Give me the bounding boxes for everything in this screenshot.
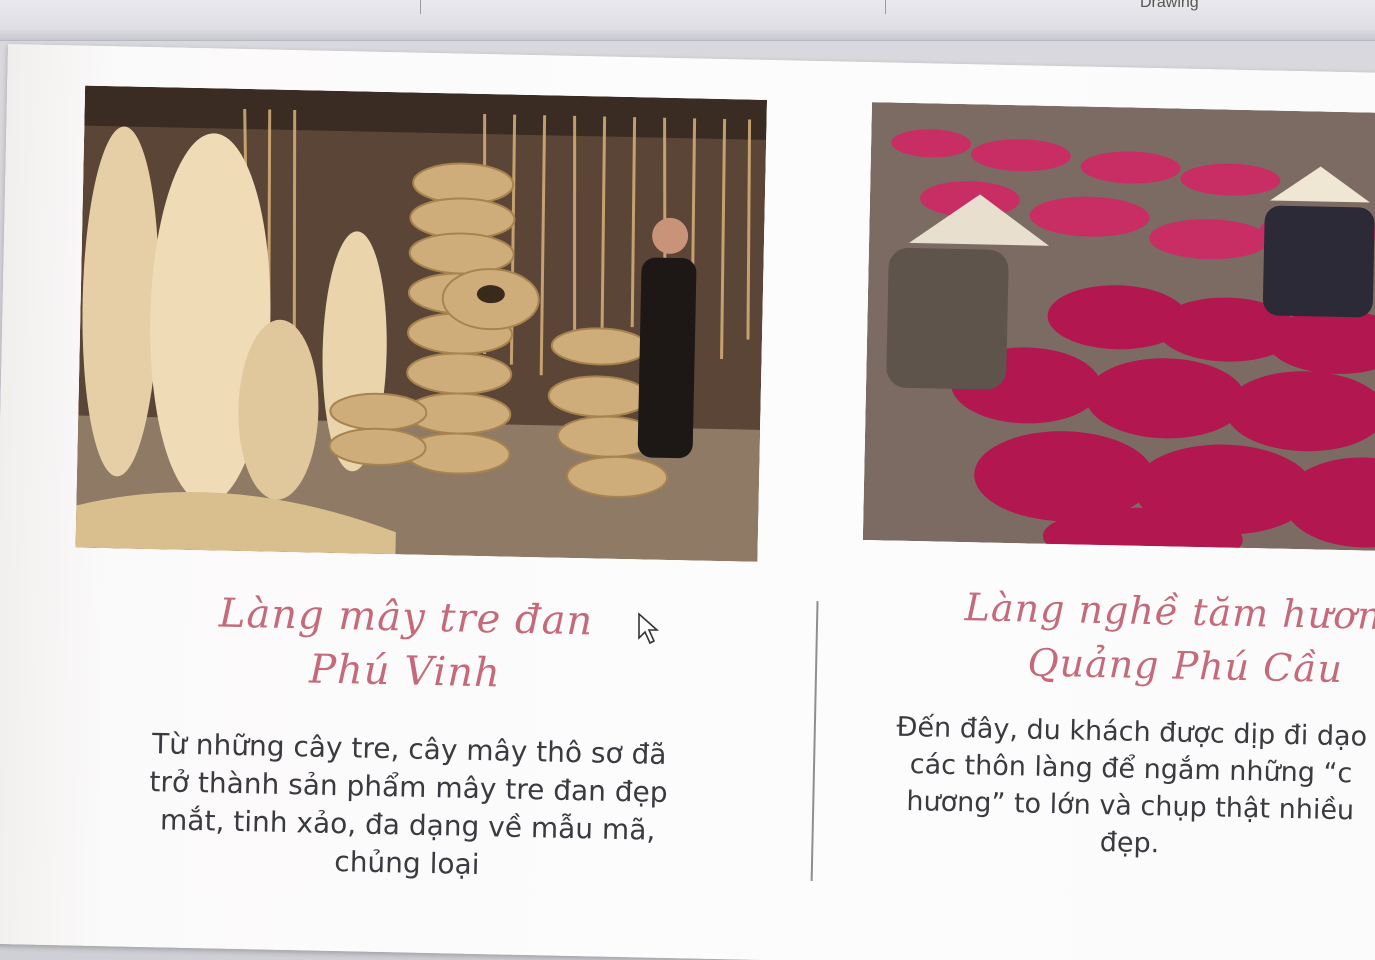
- left-title-line1: Làng mây tre đan: [218, 590, 594, 645]
- ribbon-divider: [885, 0, 886, 14]
- ribbon-toolbar: Drawing: [0, 0, 1375, 41]
- right-card-description: Đến đây, du khách được dịp đi dạo các th…: [849, 708, 1375, 868]
- left-title-line2: Phú Vinh: [308, 646, 502, 697]
- incense-village-image: [862, 102, 1375, 551]
- left-card-description: Từ những cây tre, cây mây thô sơ đã trở …: [87, 724, 730, 889]
- right-title-line2: Quảng Phú Cầu: [1027, 640, 1344, 692]
- bamboo-weaving-image: [75, 85, 767, 562]
- bamboo-weaving-photo[interactable]: [75, 85, 767, 562]
- presentation-slide[interactable]: Làng mây tre đan Phú Vinh Từ những cây t…: [0, 44, 1375, 960]
- card-divider: [810, 601, 819, 882]
- left-card-title: Làng mây tre đan Phú Vinh: [194, 586, 616, 703]
- mouse-pointer-icon: [638, 612, 660, 645]
- incense-village-photo[interactable]: [862, 102, 1375, 551]
- ribbon-divider: [420, 0, 421, 14]
- screen: Drawing Làng mây tre đan Phú Vinh Từ nhữ…: [0, 0, 1375, 960]
- ribbon-drawing-group-label[interactable]: Drawing: [1140, 0, 1199, 12]
- right-title-line1: Làng nghề tăm hương: [964, 585, 1375, 639]
- right-card-title: Làng nghề tăm hương Quảng Phú Cầu: [955, 580, 1375, 698]
